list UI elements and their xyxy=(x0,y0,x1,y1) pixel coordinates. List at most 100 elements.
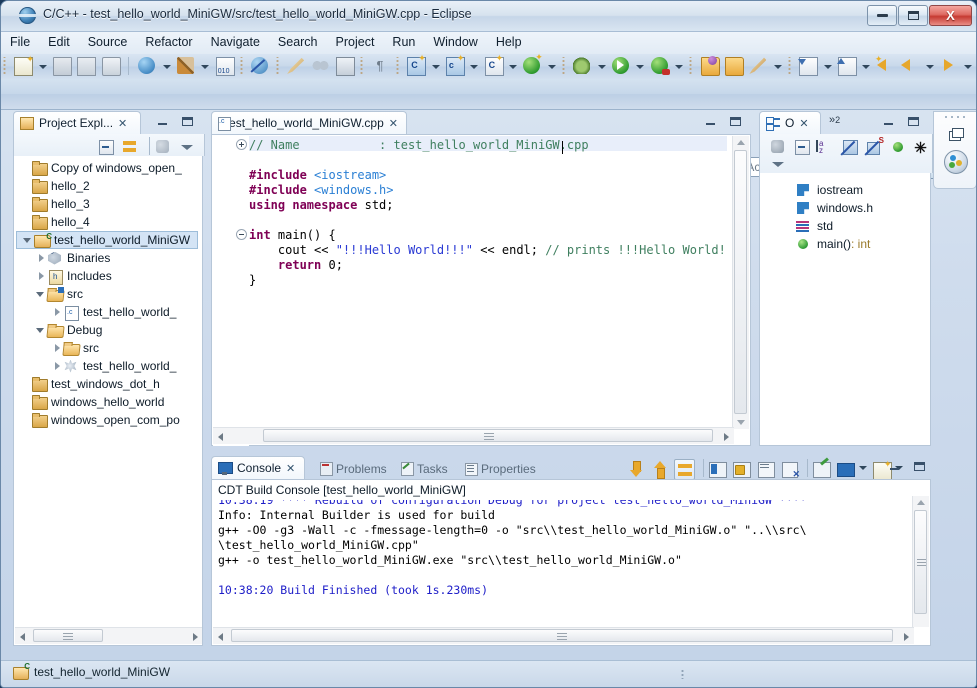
menu-run[interactable]: Run xyxy=(383,32,424,52)
menu-navigate[interactable]: Navigate xyxy=(202,32,269,52)
tree-twisty-open-icon[interactable] xyxy=(36,325,47,336)
green-plus-icon[interactable]: ✦ xyxy=(521,53,543,76)
open-folder-colored-icon[interactable] xyxy=(699,55,720,76)
project-explorer-maximize-button[interactable] xyxy=(179,115,195,129)
hscroll-right-arrow[interactable] xyxy=(193,633,198,641)
tab-project-explorer-close[interactable]: ✕ xyxy=(118,117,127,130)
forward-arrow-icon[interactable] xyxy=(938,55,959,76)
clear-console-icon[interactable] xyxy=(811,457,832,480)
console-output-text[interactable]: 10:38:19 **** Rebuild of configuration D… xyxy=(218,500,908,625)
new-source-folder-dropdown-icon[interactable] xyxy=(468,56,479,76)
tree-twisty-open-icon[interactable] xyxy=(36,289,47,300)
menu-window[interactable]: Window xyxy=(424,32,486,52)
filters-icon[interactable] xyxy=(153,137,174,158)
tab-tasks[interactable]: Tasks xyxy=(394,458,454,479)
tree-twisty-closed-icon[interactable] xyxy=(52,307,63,318)
forward-dropdown-icon[interactable] xyxy=(962,56,973,76)
console-hscroll-right-arrow[interactable] xyxy=(904,633,909,641)
outline-item-iostream[interactable]: iostream xyxy=(760,181,930,199)
tree-item-src[interactable]: src xyxy=(14,285,202,303)
menu-help[interactable]: Help xyxy=(487,32,531,52)
last-edit-icon[interactable]: ✦ xyxy=(875,55,896,76)
tree-twisty-closed-icon[interactable] xyxy=(52,343,63,354)
new-class-dropdown-icon[interactable] xyxy=(430,56,441,76)
editor-hscroll-right-arrow[interactable] xyxy=(724,433,729,441)
tree-item-test-windows-dot-h[interactable]: test_windows_dot_h xyxy=(14,375,202,393)
window-close-button[interactable]: X xyxy=(929,5,972,26)
tree-item-src[interactable]: src xyxy=(14,339,202,357)
vscroll-thumb[interactable] xyxy=(734,150,747,414)
link-with-editor-icon[interactable] xyxy=(120,137,141,158)
vscroll-up-arrow[interactable] xyxy=(737,140,745,145)
tab-editor-close[interactable]: ✕ xyxy=(389,117,398,130)
open-folder-icon[interactable] xyxy=(723,55,745,76)
down-arrow-icon[interactable] xyxy=(626,459,647,480)
editor-vscrollbar[interactable] xyxy=(732,136,749,429)
hammer-icon[interactable] xyxy=(175,55,196,76)
tree-item-hello-3[interactable]: hello_3 xyxy=(14,195,202,213)
outline-tree[interactable]: iostream windows.h std main() : int xyxy=(759,173,931,446)
skip-breakpoints-icon[interactable] xyxy=(249,55,270,76)
hide-static-icon[interactable]: S xyxy=(864,136,885,158)
search-glasses-icon[interactable] xyxy=(310,55,331,76)
new-c-file-icon[interactable]: C ✦ xyxy=(483,54,504,76)
menu-refactor[interactable]: Refactor xyxy=(136,32,201,52)
sort-az-icon[interactable]: a z xyxy=(816,137,837,158)
tree-item-windows-hello-world[interactable]: windows_hello_world xyxy=(14,393,202,411)
tree-item-includes[interactable]: Includes xyxy=(14,267,202,285)
next-annotation-dropdown-icon[interactable] xyxy=(822,56,833,76)
editor-hscroll-thumb[interactable] xyxy=(263,429,713,442)
menu-project[interactable]: Project xyxy=(327,32,384,52)
editor-text-area[interactable]: // Name : test_hello_world_MiniGW.cpp #i… xyxy=(211,134,751,446)
previous-annotation-icon[interactable] xyxy=(836,55,858,76)
tree-item-test-hello-world-minigw[interactable]: test_hello_world_MiniGW xyxy=(16,231,198,249)
open-console-dropdown-icon[interactable] xyxy=(857,457,868,477)
hammer-dropdown-icon[interactable] xyxy=(199,56,210,76)
tree-item-binaries[interactable]: Binaries xyxy=(14,249,202,267)
console-minimize-button[interactable] xyxy=(887,460,903,474)
printer-icon[interactable] xyxy=(100,55,121,76)
outline-item-windows-h[interactable]: windows.h xyxy=(760,199,930,217)
toolbar-grip-5[interactable] xyxy=(394,57,401,74)
book-icon[interactable] xyxy=(334,55,355,76)
outline-item-std[interactable]: std xyxy=(760,217,930,235)
outline-overflow-chevron[interactable]: »2 xyxy=(829,114,840,126)
project-explorer-hscrollbar[interactable] xyxy=(15,627,202,644)
tree-twisty-closed-icon[interactable] xyxy=(36,271,47,282)
outline-item-main[interactable]: main() : int xyxy=(760,235,930,253)
project-explorer-minimize-button[interactable] xyxy=(155,115,171,129)
editor-folding-gutter[interactable] xyxy=(235,136,249,446)
menu-edit[interactable]: Edit xyxy=(39,32,79,52)
status-bar-grip[interactable] xyxy=(681,669,686,679)
new-document-icon[interactable]: ✦ xyxy=(12,55,34,76)
tree-item-debug[interactable]: Debug xyxy=(14,321,202,339)
green-plus-dropdown-icon[interactable] xyxy=(546,56,557,76)
toolbar-grip-6[interactable] xyxy=(560,57,567,74)
source-code[interactable]: // Name : test_hello_world_MiniGW.cpp #i… xyxy=(249,138,727,438)
binary-010-icon[interactable]: 010 xyxy=(214,55,235,76)
window-maximize-button[interactable] xyxy=(898,5,928,26)
window-minimize-button[interactable] xyxy=(867,5,897,26)
editor-hscrollbar[interactable] xyxy=(213,427,734,444)
save-disk-icon[interactable] xyxy=(51,55,73,76)
vscroll-down-arrow[interactable] xyxy=(737,420,745,425)
editor-minimize-button[interactable] xyxy=(703,115,719,129)
outline-minimize-button[interactable] xyxy=(881,115,897,129)
next-annotation-icon[interactable] xyxy=(797,55,819,76)
project-explorer-tree[interactable]: Copy of windows_open_ hello_2 hello_3 hello… xyxy=(13,156,203,646)
fast-view-grip[interactable] xyxy=(943,115,967,119)
console-hscroll-left-arrow[interactable] xyxy=(218,633,223,641)
hide-macros-icon[interactable]: ✳ xyxy=(910,137,931,158)
new-class-icon[interactable]: C ✦ xyxy=(405,54,427,76)
hide-non-public-icon[interactable] xyxy=(888,137,909,158)
editor-maximize-button[interactable] xyxy=(727,115,743,129)
build-dropdown-icon[interactable] xyxy=(161,56,172,76)
collapse-all-icon[interactable] xyxy=(96,137,117,158)
run-dropdown-icon[interactable] xyxy=(634,56,645,76)
editor-hscroll-left-arrow[interactable] xyxy=(218,433,223,441)
outline-maximize-button[interactable] xyxy=(905,115,921,129)
tab-problems[interactable]: Problems xyxy=(313,458,393,479)
fold-collapse-icon[interactable] xyxy=(236,229,247,240)
toolbar-grip-8[interactable] xyxy=(787,57,794,74)
console-hscrollbar[interactable] xyxy=(213,627,914,644)
